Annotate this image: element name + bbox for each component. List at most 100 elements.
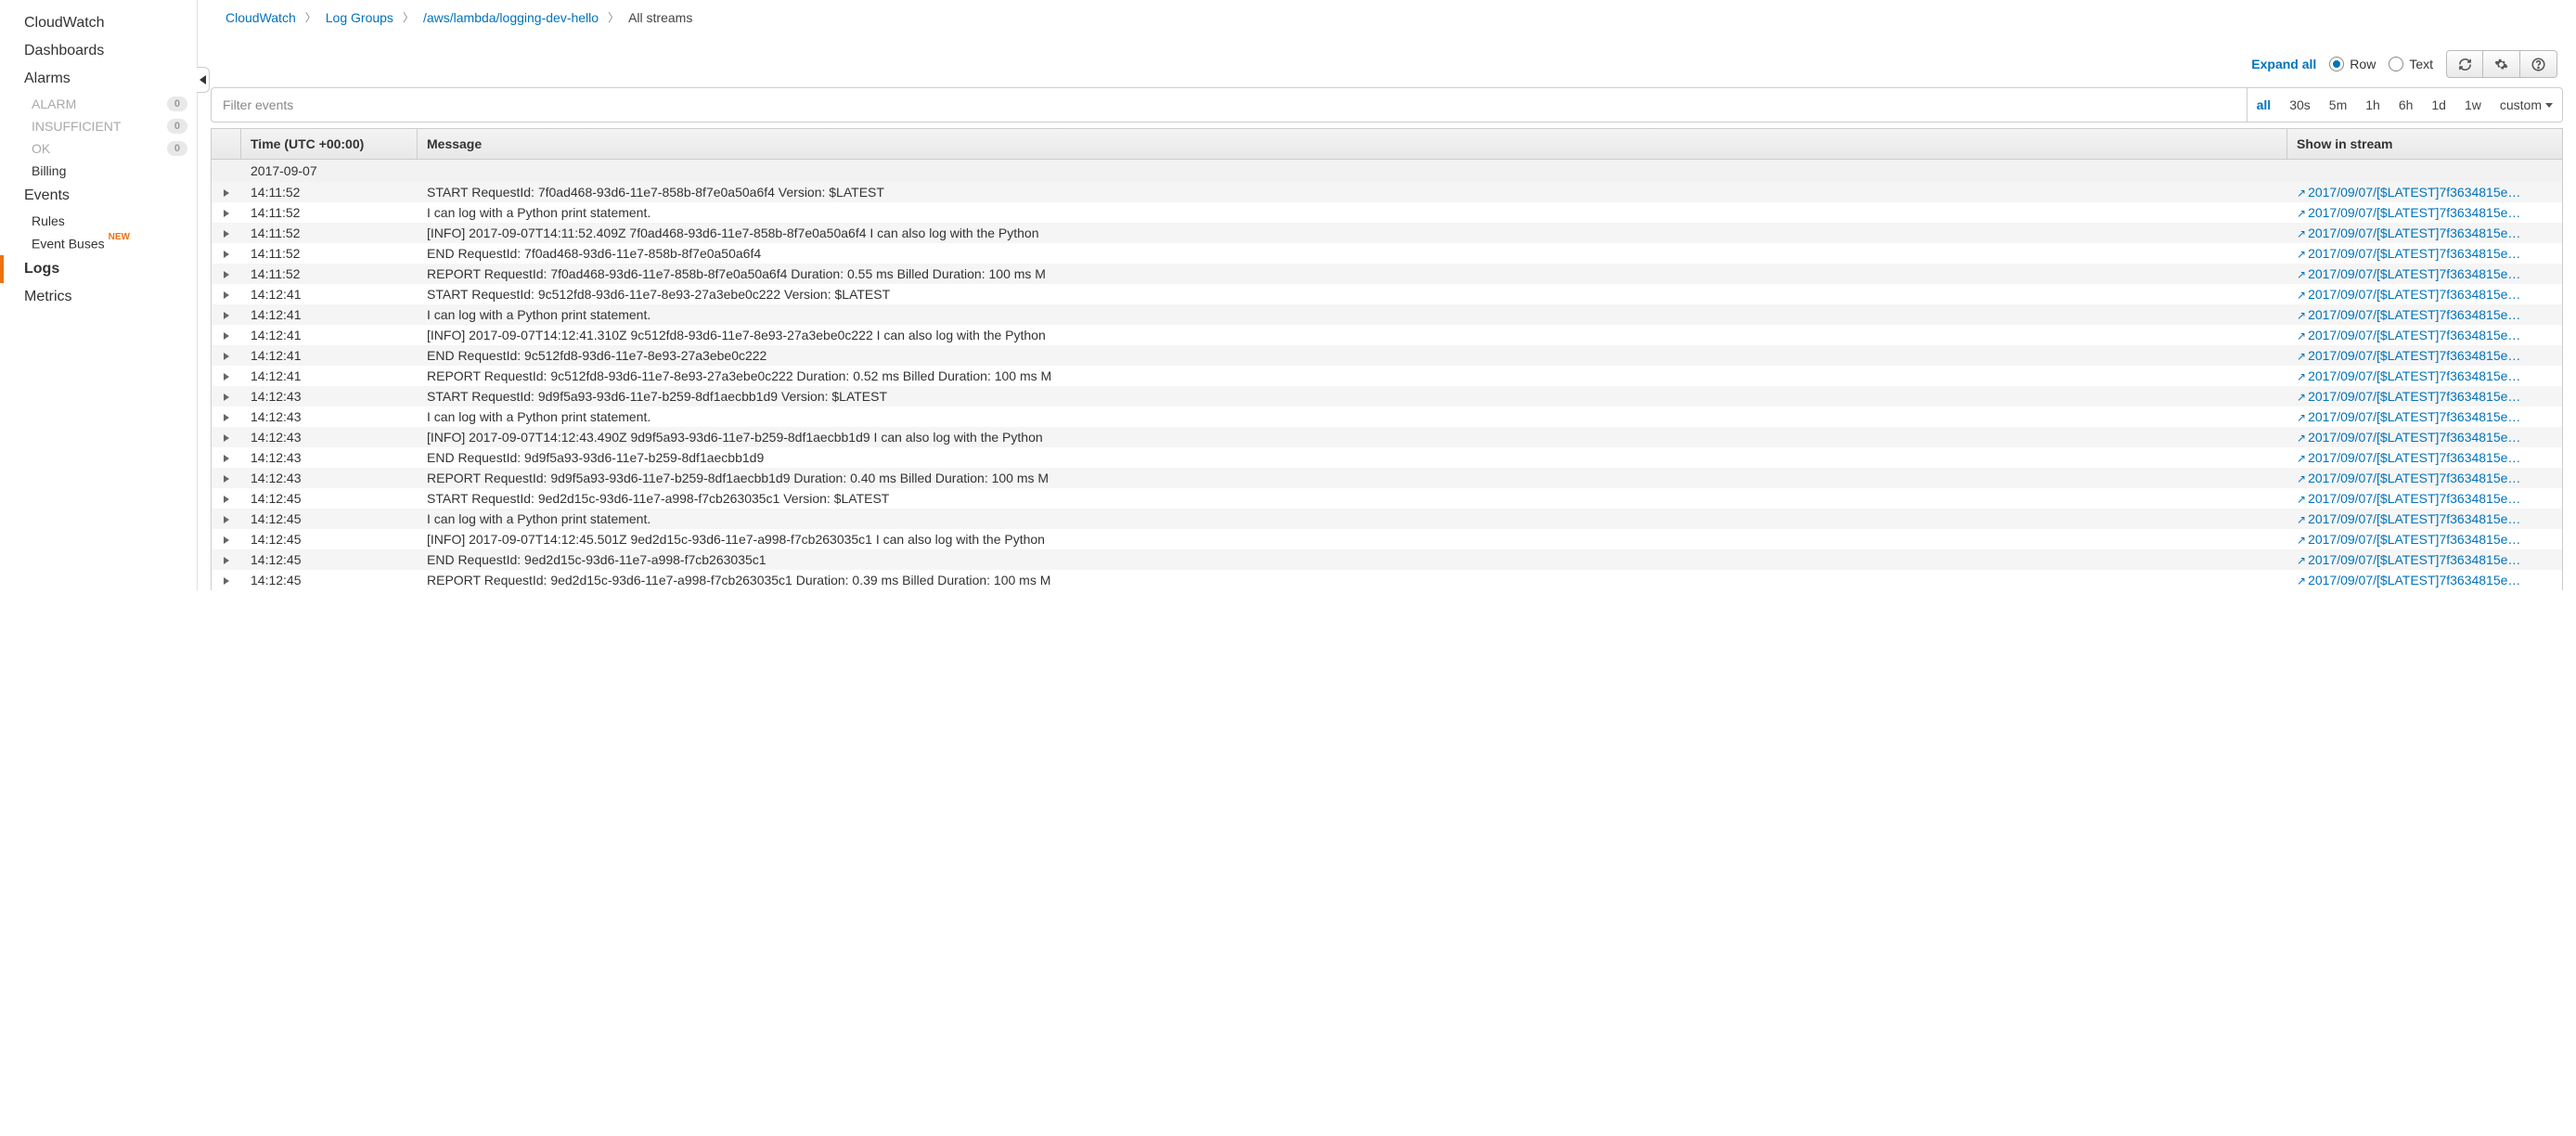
expand-row-toggle[interactable]	[212, 570, 241, 590]
stream-link[interactable]: ↗2017/09/07/[$LATEST]7f3634815e…	[2297, 573, 2520, 587]
stream-link[interactable]: ↗2017/09/07/[$LATEST]7f3634815e…	[2297, 307, 2520, 322]
time-range-1d[interactable]: 1d	[2422, 88, 2455, 122]
sidebar-collapse-toggle[interactable]	[197, 67, 210, 93]
breadcrumb-item[interactable]: CloudWatch	[225, 10, 296, 25]
external-link-icon: ↗	[2297, 329, 2306, 342]
column-message[interactable]: Message	[418, 129, 2287, 159]
count-badge: 0	[167, 141, 187, 156]
breadcrumb-item: All streams	[628, 10, 692, 25]
chevron-right-icon	[224, 251, 229, 258]
stream-link[interactable]: ↗2017/09/07/[$LATEST]7f3634815e…	[2297, 430, 2520, 445]
expand-row-toggle[interactable]	[212, 447, 241, 468]
cell-message: START RequestId: 7f0ad468-93d6-11e7-858b…	[418, 182, 2287, 202]
refresh-button[interactable]	[2446, 50, 2483, 78]
time-range-6h[interactable]: 6h	[2389, 88, 2423, 122]
expand-all-button[interactable]: Expand all	[2251, 57, 2316, 71]
stream-link[interactable]: ↗2017/09/07/[$LATEST]7f3634815e…	[2297, 226, 2520, 240]
external-link-icon: ↗	[2297, 534, 2306, 547]
cell-stream: ↗2017/09/07/[$LATEST]7f3634815e…	[2287, 264, 2562, 284]
sidebar-item-insufficient[interactable]: INSUFFICIENT0	[0, 115, 197, 137]
expand-row-toggle[interactable]	[212, 427, 241, 447]
expand-row-toggle[interactable]	[212, 264, 241, 284]
column-stream[interactable]: Show in stream	[2287, 129, 2562, 159]
cell-stream: ↗2017/09/07/[$LATEST]7f3634815e…	[2287, 468, 2562, 488]
time-range-custom[interactable]: custom	[2491, 88, 2562, 122]
time-range-label: 6h	[2399, 97, 2414, 112]
stream-link[interactable]: ↗2017/09/07/[$LATEST]7f3634815e…	[2297, 368, 2520, 383]
expand-row-toggle[interactable]	[212, 284, 241, 304]
chevron-right-icon	[224, 414, 229, 421]
expand-row-toggle[interactable]	[212, 345, 241, 366]
stream-link[interactable]: ↗2017/09/07/[$LATEST]7f3634815e…	[2297, 205, 2520, 220]
time-range-30s[interactable]: 30s	[2280, 88, 2320, 122]
external-link-icon: ↗	[2297, 248, 2306, 261]
stream-link[interactable]: ↗2017/09/07/[$LATEST]7f3634815e…	[2297, 266, 2520, 281]
stream-link[interactable]: ↗2017/09/07/[$LATEST]7f3634815e…	[2297, 532, 2520, 547]
sidebar-item-alarm[interactable]: ALARM0	[0, 93, 197, 115]
stream-link-text: 2017/09/07/[$LATEST]7f3634815e…	[2308, 307, 2520, 322]
time-range-label: 1w	[2465, 97, 2481, 112]
view-mode-text[interactable]: Text	[2389, 57, 2433, 71]
expand-row-toggle[interactable]	[212, 488, 241, 509]
view-mode-row[interactable]: Row	[2329, 57, 2376, 71]
sidebar-item-billing[interactable]: Billing	[0, 160, 197, 182]
stream-link[interactable]: ↗2017/09/07/[$LATEST]7f3634815e…	[2297, 389, 2520, 404]
expand-row-toggle[interactable]	[212, 202, 241, 223]
stream-link[interactable]: ↗2017/09/07/[$LATEST]7f3634815e…	[2297, 328, 2520, 342]
cell-stream: ↗2017/09/07/[$LATEST]7f3634815e…	[2287, 304, 2562, 325]
help-button[interactable]	[2520, 50, 2557, 78]
stream-link[interactable]: ↗2017/09/07/[$LATEST]7f3634815e…	[2297, 246, 2520, 261]
sidebar-item-events[interactable]: Events	[0, 182, 197, 210]
stream-link[interactable]: ↗2017/09/07/[$LATEST]7f3634815e…	[2297, 552, 2520, 567]
table-row: 14:12:45START RequestId: 9ed2d15c-93d6-1…	[211, 488, 2563, 509]
stream-link[interactable]: ↗2017/09/07/[$LATEST]7f3634815e…	[2297, 287, 2520, 302]
table-row: 14:11:52END RequestId: 7f0ad468-93d6-11e…	[211, 243, 2563, 264]
time-range-label: 1h	[2365, 97, 2380, 112]
expand-row-toggle[interactable]	[212, 529, 241, 549]
sidebar-item-event-buses[interactable]: Event BusesNEW	[0, 232, 197, 255]
filter-events-input[interactable]	[211, 87, 2248, 123]
time-range-5m[interactable]: 5m	[2320, 88, 2356, 122]
stream-link[interactable]: ↗2017/09/07/[$LATEST]7f3634815e…	[2297, 450, 2520, 465]
table-row: 14:12:45END RequestId: 9ed2d15c-93d6-11e…	[211, 549, 2563, 570]
cell-message: REPORT RequestId: 7f0ad468-93d6-11e7-858…	[418, 264, 2287, 284]
stream-link[interactable]: ↗2017/09/07/[$LATEST]7f3634815e…	[2297, 491, 2520, 506]
stream-link-text: 2017/09/07/[$LATEST]7f3634815e…	[2308, 409, 2520, 424]
expand-row-toggle[interactable]	[212, 182, 241, 202]
expand-row-toggle[interactable]	[212, 468, 241, 488]
time-range-1w[interactable]: 1w	[2455, 88, 2491, 122]
sidebar-item-rules[interactable]: Rules	[0, 210, 197, 232]
sidebar-item-metrics[interactable]: Metrics	[0, 283, 197, 311]
sidebar-item-logs[interactable]: Logs	[0, 255, 197, 283]
stream-link[interactable]: ↗2017/09/07/[$LATEST]7f3634815e…	[2297, 348, 2520, 363]
stream-link-text: 2017/09/07/[$LATEST]7f3634815e…	[2308, 246, 2520, 261]
expand-row-toggle[interactable]	[212, 325, 241, 345]
time-range-1h[interactable]: 1h	[2356, 88, 2389, 122]
breadcrumb-item[interactable]: /aws/lambda/logging-dev-hello	[423, 10, 599, 25]
sidebar-item-ok[interactable]: OK0	[0, 137, 197, 160]
expand-row-toggle[interactable]	[212, 407, 241, 427]
stream-link[interactable]: ↗2017/09/07/[$LATEST]7f3634815e…	[2297, 185, 2520, 200]
stream-link[interactable]: ↗2017/09/07/[$LATEST]7f3634815e…	[2297, 511, 2520, 526]
stream-link-text: 2017/09/07/[$LATEST]7f3634815e…	[2308, 389, 2520, 404]
expand-row-toggle[interactable]	[212, 304, 241, 325]
expand-row-toggle[interactable]	[212, 243, 241, 264]
cell-stream: ↗2017/09/07/[$LATEST]7f3634815e…	[2287, 325, 2562, 345]
radio-selected-icon	[2329, 57, 2344, 71]
sidebar-item-alarms[interactable]: Alarms	[0, 65, 197, 93]
expand-row-toggle[interactable]	[212, 366, 241, 386]
sidebar-item-cloudwatch[interactable]: CloudWatch	[0, 9, 197, 37]
expand-row-toggle[interactable]	[212, 223, 241, 243]
breadcrumb-item[interactable]: Log Groups	[326, 10, 393, 25]
column-time[interactable]: Time (UTC +00:00)	[241, 129, 418, 159]
stream-link[interactable]: ↗2017/09/07/[$LATEST]7f3634815e…	[2297, 471, 2520, 485]
time-range-all[interactable]: all	[2248, 88, 2281, 122]
settings-button[interactable]	[2483, 50, 2520, 78]
stream-link[interactable]: ↗2017/09/07/[$LATEST]7f3634815e…	[2297, 409, 2520, 424]
expand-row-toggle[interactable]	[212, 509, 241, 529]
expand-row-toggle[interactable]	[212, 386, 241, 407]
cell-message: I can log with a Python print statement.	[418, 304, 2287, 325]
expand-row-toggle[interactable]	[212, 549, 241, 570]
sidebar-item-dashboards[interactable]: Dashboards	[0, 37, 197, 65]
cell-stream: ↗2017/09/07/[$LATEST]7f3634815e…	[2287, 549, 2562, 570]
